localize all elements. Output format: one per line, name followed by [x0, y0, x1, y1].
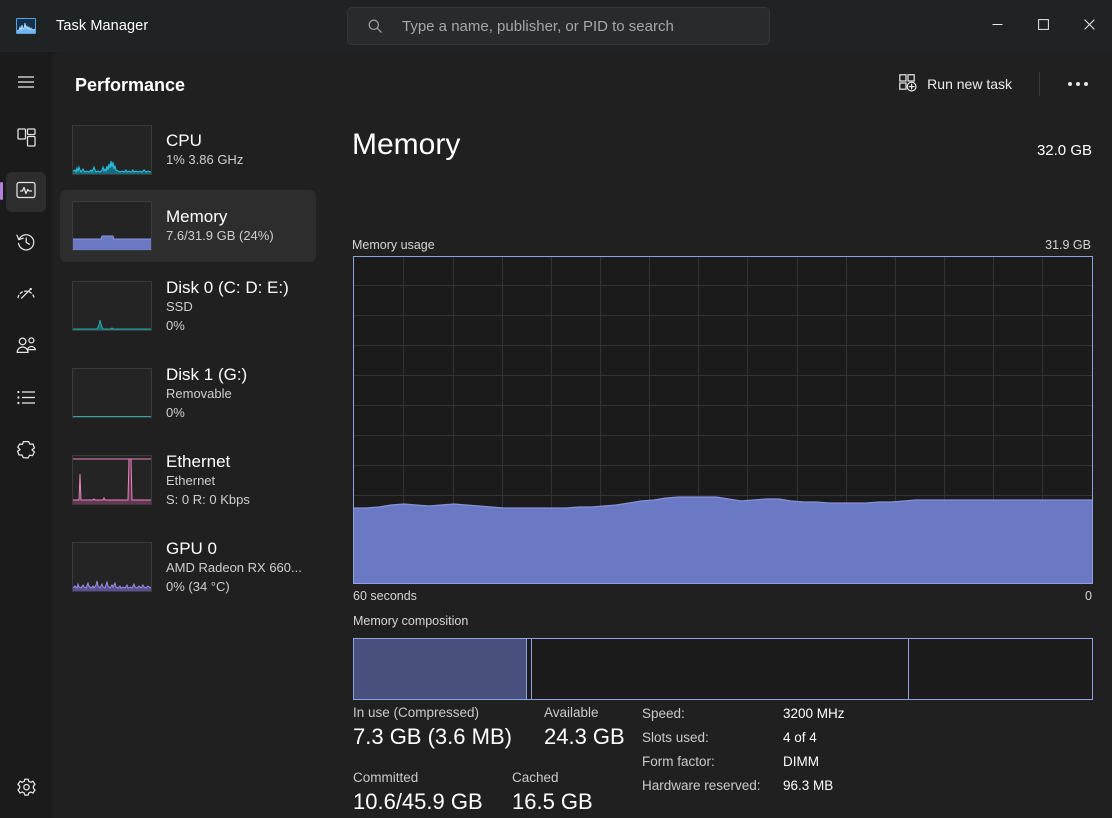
stat-value: 24.3 GB [544, 722, 625, 752]
device-name: Disk 1 (G:) [166, 364, 247, 385]
stat-committed: Committed 10.6/45.9 GB [353, 769, 483, 816]
device-sub1: Ethernet [166, 472, 250, 490]
spec-label-form-factor: Form factor: [642, 754, 715, 769]
sidebar-item-users[interactable] [0, 326, 52, 370]
device-sub2: 0% (34 °C) [166, 578, 302, 596]
stat-value: 16.5 GB [512, 787, 593, 817]
search-icon [367, 18, 383, 34]
stat-value: 10.6/45.9 GB [353, 787, 483, 817]
memory-usage-area [354, 257, 1092, 583]
content-pane: Performance Run new task [52, 52, 1112, 818]
sidebar-item-details[interactable] [0, 378, 52, 422]
ethernet-thumbnail [72, 455, 152, 505]
search-placeholder: Type a name, publisher, or PID to search [402, 18, 674, 35]
memory-thumbnail [72, 201, 152, 251]
gpu0-thumbnail [72, 542, 152, 592]
run-new-task-button[interactable]: Run new task [889, 67, 1022, 101]
minimize-button[interactable] [974, 0, 1020, 48]
stat-label: In use (Compressed) [353, 704, 512, 722]
sidebar-item-services[interactable] [0, 430, 52, 474]
page-title: Performance [75, 75, 185, 96]
device-item-memory[interactable]: Memory 7.6/31.9 GB (24%) [60, 190, 316, 262]
device-name: Memory [166, 206, 274, 227]
detail-title: Memory [352, 128, 460, 162]
memory-detail-panel: Memory 32.0 GB Memory usage 31.9 GB [320, 114, 1112, 818]
stat-in-use: In use (Compressed) 7.3 GB (3.6 MB) [353, 704, 512, 751]
close-button[interactable] [1066, 0, 1112, 48]
device-item-disk-1[interactable]: Disk 1 (G:) Removable 0% [60, 353, 316, 433]
sidebar-item-performance[interactable] [0, 170, 52, 214]
graph-time-start-label: 60 seconds [353, 589, 417, 603]
spec-value-slots-used: 4 of 4 [783, 730, 817, 745]
stat-label: Committed [353, 769, 483, 787]
app-title: Task Manager [56, 18, 148, 34]
composition-segment-in-use [354, 639, 526, 699]
performance-device-list: CPU 1% 3.86 GHz Memory 7.6/31.9 GB (24%) [52, 114, 320, 818]
sidebar-item-app-history[interactable] [0, 222, 52, 266]
disk0-thumbnail [72, 281, 152, 331]
spec-value-hardware-reserved: 96.3 MB [783, 778, 833, 793]
search-input[interactable]: Type a name, publisher, or PID to search [347, 7, 770, 45]
device-sub1: AMD Radeon RX 660... [166, 559, 302, 577]
memory-stats: In use (Compressed) 7.3 GB (3.6 MB) Avai… [320, 704, 1112, 818]
graph-time-end-label: 0 [1085, 589, 1092, 603]
sidebar-item-processes[interactable] [0, 118, 52, 162]
device-sub2: S: 0 R: 0 Kbps [166, 491, 250, 509]
task-manager-icon [16, 18, 36, 34]
window-controls [974, 0, 1112, 48]
stat-label: Cached [512, 769, 593, 787]
device-item-gpu-0[interactable]: GPU 0 AMD Radeon RX 660... 0% (34 °C) [60, 527, 316, 607]
sidebar-item-startup-apps[interactable] [0, 274, 52, 318]
maximize-button[interactable] [1020, 0, 1066, 48]
device-name: CPU [166, 130, 243, 151]
spec-label-speed: Speed: [642, 706, 685, 721]
device-item-disk-0[interactable]: Disk 0 (C: D: E:) SSD 0% [60, 266, 316, 346]
device-name: Disk 0 (C: D: E:) [166, 277, 289, 298]
task-manager-window: Task Manager Type a name, publisher, or … [0, 0, 1112, 818]
device-item-ethernet[interactable]: Ethernet Ethernet S: 0 R: 0 Kbps [60, 440, 316, 520]
device-sub1: 7.6/31.9 GB (24%) [166, 227, 274, 245]
memory-usage-graph [353, 256, 1093, 584]
navigation-rail [0, 52, 52, 818]
spec-value-form-factor: DIMM [783, 754, 819, 769]
device-name: GPU 0 [166, 538, 302, 559]
device-sub1: 1% 3.86 GHz [166, 151, 243, 169]
run-new-task-label: Run new task [927, 76, 1012, 92]
stat-available: Available 24.3 GB [544, 704, 625, 751]
disk1-thumbnail [72, 368, 152, 418]
spec-label-hardware-reserved: Hardware reserved: [642, 778, 761, 793]
memory-composition-bar[interactable] [353, 638, 1093, 700]
memory-composition-label: Memory composition [353, 614, 468, 628]
header-divider [1039, 72, 1040, 96]
sidebar-item-menu[interactable] [0, 62, 52, 106]
device-item-cpu[interactable]: CPU 1% 3.86 GHz [60, 114, 316, 186]
sidebar-item-settings[interactable] [0, 768, 52, 812]
spec-label-slots-used: Slots used: [642, 730, 709, 745]
more-options-button[interactable] [1056, 67, 1100, 101]
new-task-icon [899, 74, 917, 95]
composition-segment-free [909, 639, 1092, 699]
pane-header: Performance Run new task [52, 52, 1112, 114]
device-sub2: 0% [166, 317, 289, 335]
title-bar: Task Manager Type a name, publisher, or … [0, 0, 1112, 52]
device-sub1: Removable [166, 385, 247, 403]
device-sub2: 0% [166, 404, 247, 422]
device-name: Ethernet [166, 451, 250, 472]
composition-segment-standby [532, 639, 908, 699]
spec-value-speed: 3200 MHz [783, 706, 845, 721]
detail-total-memory: 32.0 GB [1037, 142, 1092, 159]
stat-cached: Cached 16.5 GB [512, 769, 593, 816]
memory-usage-max: 31.9 GB [1045, 238, 1091, 252]
ellipsis-icon [1068, 82, 1088, 86]
stat-value: 7.3 GB (3.6 MB) [353, 722, 512, 752]
memory-usage-label: Memory usage [352, 238, 435, 252]
device-sub1: SSD [166, 298, 289, 316]
stat-label: Available [544, 704, 625, 722]
cpu-thumbnail [72, 125, 152, 175]
